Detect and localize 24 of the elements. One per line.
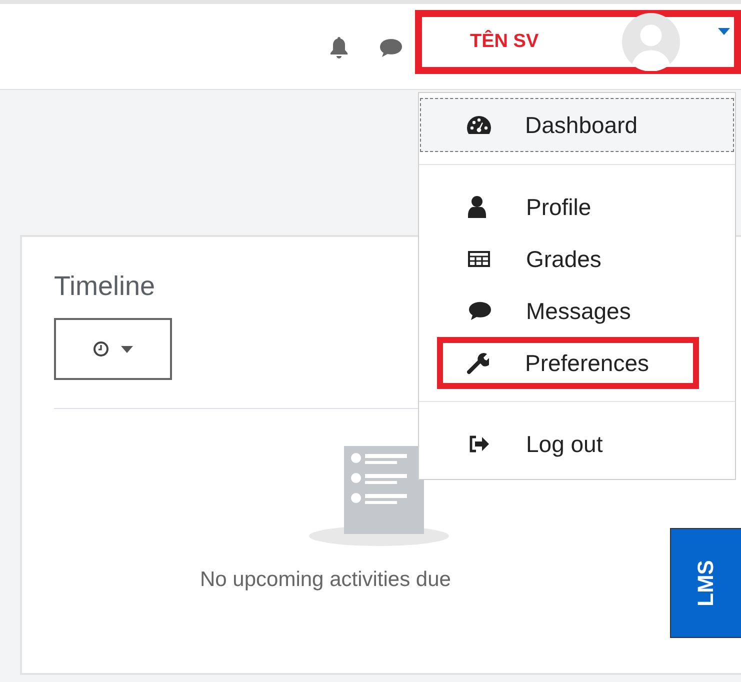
bell-icon[interactable] xyxy=(329,36,349,58)
avatar-icon xyxy=(622,12,680,70)
user-menu-toggle[interactable]: TÊN SV xyxy=(415,10,741,74)
table-icon xyxy=(468,251,490,267)
timeline-title: Timeline xyxy=(54,271,156,302)
user-name: TÊN SV xyxy=(470,30,539,52)
menu-item[interactable]: Grades xyxy=(420,233,734,285)
caret-icon xyxy=(718,28,730,35)
person-icon xyxy=(468,196,486,218)
caret-icon xyxy=(121,346,133,352)
speech-bubble-icon xyxy=(468,301,492,321)
logout-icon xyxy=(468,435,490,453)
empty-message: No upcoming activities due xyxy=(200,568,451,592)
wrench-icon xyxy=(467,352,489,374)
lms-side-tab[interactable]: LMS xyxy=(670,528,741,638)
menu-item[interactable]: Preferences xyxy=(437,337,699,389)
clock-icon xyxy=(93,341,109,357)
menu-item[interactable]: Messages xyxy=(420,285,734,337)
time-filter-dropdown[interactable] xyxy=(54,318,172,380)
chat-icon[interactable] xyxy=(379,38,403,58)
menu-item[interactable]: Profile xyxy=(420,181,734,233)
gauge-icon xyxy=(467,116,491,134)
menu-item[interactable]: Dashboard xyxy=(420,98,734,152)
menu-item[interactable]: Log out xyxy=(420,418,734,470)
